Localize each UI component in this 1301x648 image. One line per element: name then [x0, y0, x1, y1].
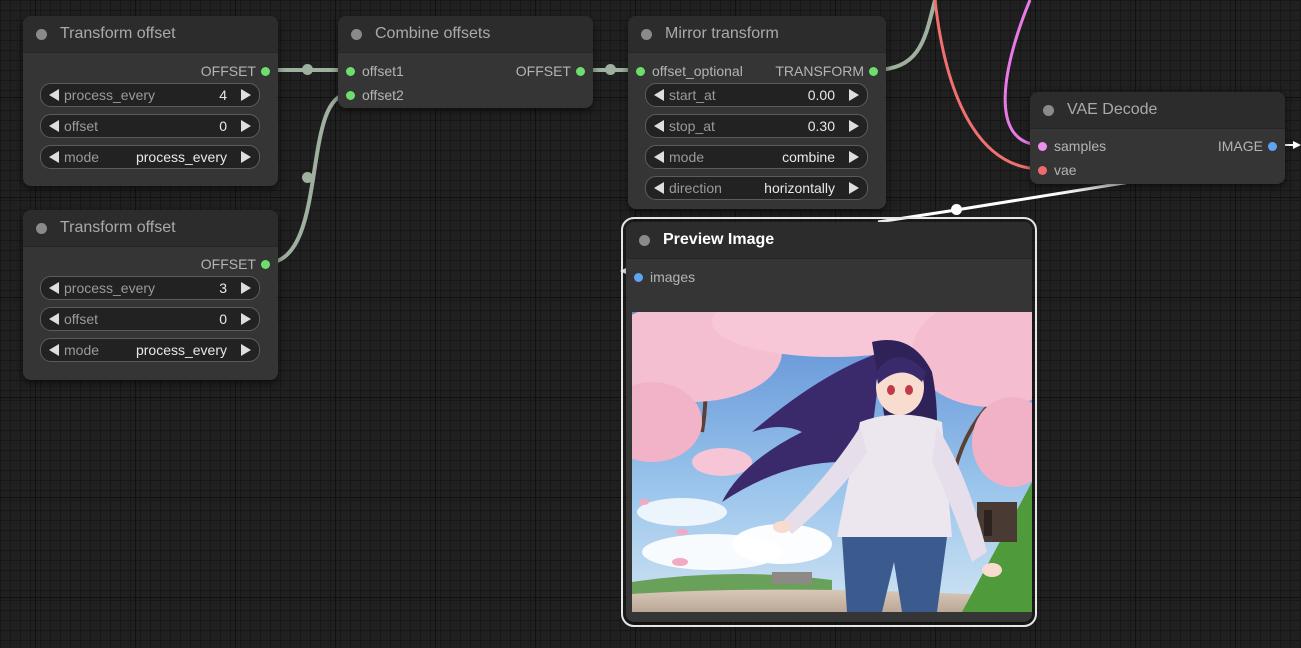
node-vae-decode[interactable]: VAE Decode samples IMAGE vae [1030, 92, 1285, 184]
node-preview-image[interactable]: Preview Image images [621, 217, 1037, 627]
wire-images[interactable] [877, 180, 1131, 224]
collapse-dot-icon[interactable] [36, 222, 47, 234]
increment-arrow-icon[interactable] [241, 151, 251, 163]
image-output-arrow [1293, 141, 1301, 149]
decrement-arrow-icon[interactable] [49, 282, 59, 294]
anime-girl-cherry-blossom-illustration [632, 312, 1032, 612]
increment-arrow-icon[interactable] [849, 182, 859, 194]
decrement-arrow-icon[interactable] [49, 89, 59, 101]
node-title-bar[interactable]: Combine offsets [338, 16, 593, 53]
output-label-offset: OFFSET [200, 63, 256, 79]
increment-arrow-icon[interactable] [241, 89, 251, 101]
node-title: Transform offset [60, 219, 176, 236]
node-title: Mirror transform [665, 25, 779, 42]
collapse-dot-icon[interactable] [36, 28, 47, 40]
link-center-dot[interactable] [302, 64, 313, 75]
input-label-images: images [650, 269, 696, 285]
input-label-offset2: offset2 [362, 87, 404, 103]
input-slot-vae[interactable] [1038, 165, 1047, 175]
decrement-arrow-icon[interactable] [49, 313, 59, 325]
node-title-bar[interactable]: Transform offset [23, 210, 278, 247]
node-title: Combine offsets [375, 25, 491, 42]
input-label-samples: samples [1054, 138, 1107, 154]
increment-arrow-icon[interactable] [849, 151, 859, 163]
collapse-dot-icon[interactable] [351, 28, 362, 40]
increment-arrow-icon[interactable] [241, 120, 251, 132]
input-slot-offset1[interactable] [346, 66, 355, 76]
node-title: VAE Decode [1067, 101, 1158, 118]
node-combine-offsets[interactable]: Combine offsets offset1 OFFSET offset2 [338, 16, 593, 108]
node-mirror-transform[interactable]: Mirror transform offset_optional TRANSFO… [628, 16, 886, 209]
collapse-dot-icon[interactable] [639, 234, 650, 246]
widget-direction[interactable]: direction horizontally [645, 176, 868, 200]
decrement-arrow-icon[interactable] [49, 151, 59, 163]
link-center-dot[interactable] [302, 172, 313, 183]
input-slot-offset-optional[interactable] [636, 66, 645, 76]
increment-arrow-icon[interactable] [849, 120, 859, 132]
decrement-arrow-icon[interactable] [654, 151, 664, 163]
node-transform-offset-1[interactable]: Transform offset OFFSET process_every 4 … [23, 16, 278, 186]
widget-mode[interactable]: mode process_every [40, 338, 260, 362]
widget-mode[interactable]: mode process_every [40, 145, 260, 169]
node-title: Transform offset [60, 25, 176, 42]
input-label-offset1: offset1 [362, 63, 404, 79]
widget-stop-at[interactable]: stop_at 0.30 [645, 114, 868, 138]
output-slot-offset[interactable] [576, 66, 585, 76]
decrement-arrow-icon[interactable] [49, 344, 59, 356]
widget-offset[interactable]: offset 0 [40, 114, 260, 138]
node-transform-offset-2[interactable]: Transform offset OFFSET process_every 3 … [23, 210, 278, 380]
decrement-arrow-icon[interactable] [654, 120, 664, 132]
collapse-dot-icon[interactable] [1043, 104, 1054, 116]
node-title-bar[interactable]: VAE Decode [1030, 92, 1285, 129]
preview-image[interactable] [632, 312, 1032, 612]
widget-offset[interactable]: offset 0 [40, 307, 260, 331]
increment-arrow-icon[interactable] [241, 344, 251, 356]
output-label-image: IMAGE [1217, 138, 1263, 154]
link-center-dot[interactable] [605, 64, 616, 75]
input-label-vae: vae [1054, 162, 1077, 178]
decrement-arrow-icon[interactable] [654, 182, 664, 194]
input-slot-images[interactable] [634, 272, 643, 282]
increment-arrow-icon[interactable] [849, 89, 859, 101]
output-label-offset: OFFSET [200, 256, 256, 272]
node-title-bar[interactable]: Transform offset [23, 16, 278, 53]
output-slot-image[interactable] [1268, 141, 1277, 151]
node-title-bar[interactable]: Preview Image [626, 222, 1032, 259]
input-label-offset-optional: offset_optional [652, 63, 743, 79]
output-slot-offset[interactable] [261, 259, 270, 269]
wire-vae[interactable] [933, 0, 1043, 171]
node-title: Preview Image [663, 231, 775, 248]
input-slot-samples[interactable] [1038, 141, 1047, 151]
decrement-arrow-icon[interactable] [49, 120, 59, 132]
output-slot-offset[interactable] [261, 66, 270, 76]
widget-start-at[interactable]: start_at 0.00 [645, 83, 868, 107]
increment-arrow-icon[interactable] [241, 313, 251, 325]
widget-mode[interactable]: mode combine [645, 145, 868, 169]
output-label-offset: OFFSET [515, 63, 571, 79]
output-slot-transform[interactable] [869, 66, 878, 76]
output-label-transform: TRANSFORM [775, 63, 864, 79]
widget-process-every[interactable]: process_every 4 [40, 83, 260, 107]
collapse-dot-icon[interactable] [641, 28, 652, 40]
input-slot-offset2[interactable] [346, 90, 355, 100]
decrement-arrow-icon[interactable] [654, 89, 664, 101]
node-title-bar[interactable]: Mirror transform [628, 16, 886, 53]
widget-process-every[interactable]: process_every 3 [40, 276, 260, 300]
increment-arrow-icon[interactable] [241, 282, 251, 294]
link-center-dot[interactable] [951, 204, 962, 215]
